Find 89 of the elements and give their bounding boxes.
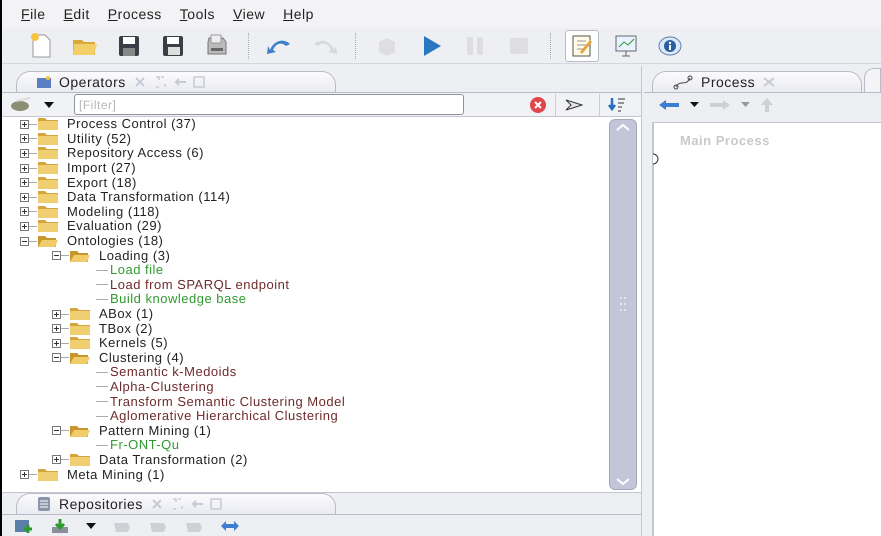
- folder-icon: [69, 307, 91, 322]
- collapse-toggle[interactable]: [20, 236, 29, 246]
- open-folder-icon: [69, 248, 91, 263]
- tree-folder-label[interactable]: Data Transformation (2): [99, 452, 248, 467]
- tree-folder-label[interactable]: Export (18): [67, 176, 137, 190]
- filter-field[interactable]: [Filter]: [74, 94, 464, 115]
- caret-icon[interactable]: [86, 522, 96, 528]
- menu-item[interactable]: File: [14, 4, 53, 24]
- panel-controls-icon: [134, 76, 208, 88]
- open-folder-icon: [37, 234, 59, 248]
- folder-icon: [37, 219, 59, 234]
- folder-icon: [37, 132, 59, 146]
- tree-folder-label[interactable]: Meta Mining (1): [67, 468, 165, 482]
- expand-toggle[interactable]: [52, 324, 61, 334]
- operator-item[interactable]: Transform Semantic Clustering Model: [110, 394, 346, 409]
- collapse-toggle[interactable]: [52, 251, 61, 260]
- collapse-toggle[interactable]: [52, 426, 61, 436]
- tab-label: Process: [701, 72, 756, 92]
- operator-item[interactable]: Alpha-Clustering: [110, 380, 214, 394]
- funnel-icon: [564, 98, 582, 112]
- tab-label: Repositories: [59, 494, 143, 514]
- operator-item[interactable]: Fr-ONT-Qu: [110, 438, 180, 452]
- folder-icon: [37, 190, 59, 204]
- tree-folder-label[interactable]: Ontologies (18): [67, 234, 164, 248]
- menu-item[interactable]: Process: [100, 4, 169, 24]
- folder-icon: [37, 176, 59, 190]
- open-folder-icon: [69, 350, 91, 365]
- tree-folder-label[interactable]: Utility (52): [67, 132, 132, 146]
- tree-folder-label[interactable]: Evaluation (29): [67, 219, 162, 234]
- clear-icon[interactable]: [529, 96, 547, 114]
- expand-toggle[interactable]: [52, 310, 61, 319]
- operator-item[interactable]: Semantic k-Medoids: [110, 365, 237, 380]
- operator-item[interactable]: Build knowledge base: [110, 292, 246, 306]
- expand-toggle[interactable]: [20, 148, 29, 158]
- tree-folder-label[interactable]: Data Transformation (114): [67, 190, 230, 204]
- operator-item[interactable]: Load from SPARQL endpoint: [110, 278, 290, 292]
- folder-icon: [69, 336, 91, 350]
- process-tab[interactable]: Process: [652, 71, 862, 92]
- expand-toggle[interactable]: [20, 164, 29, 173]
- expand-toggle[interactable]: [20, 207, 29, 216]
- operators-tab[interactable]: Operators: [16, 71, 336, 92]
- tree-folder-label[interactable]: Loading (3): [99, 248, 170, 263]
- tree-folder-label[interactable]: TBox (2): [99, 322, 153, 336]
- expand-toggle[interactable]: [20, 120, 29, 129]
- expand-toggle[interactable]: [20, 222, 29, 231]
- expand-toggle[interactable]: [20, 178, 29, 188]
- tab-label: Operators: [59, 72, 126, 92]
- folder-icon: [69, 452, 91, 467]
- repositories-tab[interactable]: Repositories: [16, 493, 336, 514]
- tree-folder-label[interactable]: ABox (1): [99, 307, 154, 322]
- menu-item[interactable]: Help: [276, 4, 321, 24]
- tree-folder-label[interactable]: Clustering (4): [99, 350, 184, 365]
- tree-folder-label[interactable]: Pattern Mining (1): [99, 424, 212, 438]
- folder-icon: [37, 161, 59, 176]
- folder-icon: [69, 322, 91, 336]
- toolbar-button[interactable]: [565, 30, 599, 62]
- scrollbar[interactable]: [609, 119, 637, 490]
- panel-controls-icon: [150, 498, 225, 510]
- expand-toggle[interactable]: [52, 455, 61, 464]
- expand-toggle[interactable]: [20, 470, 29, 480]
- tree-folder-label[interactable]: Kernels (5): [99, 336, 168, 350]
- tree-folder-label[interactable]: Import (27): [67, 161, 136, 176]
- operator-item[interactable]: Load file: [110, 263, 164, 278]
- collapse-toggle[interactable]: [52, 353, 61, 362]
- folder-icon: [37, 204, 59, 219]
- tree-folder-label[interactable]: Process Control (37): [67, 117, 196, 132]
- folder-icon: [37, 146, 59, 160]
- open-folder-icon: [69, 424, 91, 438]
- operator-item[interactable]: Aglomerative Hierarchical Clustering: [110, 409, 338, 424]
- download-icon[interactable]: [50, 518, 70, 534]
- folder-icon: [37, 76, 51, 88]
- add-repository-icon[interactable]: [14, 518, 34, 534]
- caret-icon[interactable]: [44, 102, 54, 108]
- expand-toggle[interactable]: [20, 134, 29, 144]
- menu-item[interactable]: Edit: [56, 4, 97, 24]
- caret-icon[interactable]: [690, 102, 699, 107]
- folder-icon: [37, 117, 59, 132]
- connector-icon: [673, 74, 693, 90]
- sort-icon: [608, 96, 626, 112]
- expand-toggle[interactable]: [20, 192, 29, 202]
- menu-item[interactable]: View: [226, 4, 272, 24]
- tree-folder-label[interactable]: Modeling (118): [67, 204, 160, 219]
- expand-toggle[interactable]: [52, 338, 61, 348]
- menu-item[interactable]: Tools: [172, 4, 222, 24]
- folder-icon: [37, 468, 59, 482]
- tree-folder-label[interactable]: Repository Access (6): [67, 146, 204, 160]
- database-icon: [37, 496, 51, 512]
- back-arrow-icon[interactable]: [658, 98, 680, 110]
- swap-arrows-icon[interactable]: [220, 520, 240, 532]
